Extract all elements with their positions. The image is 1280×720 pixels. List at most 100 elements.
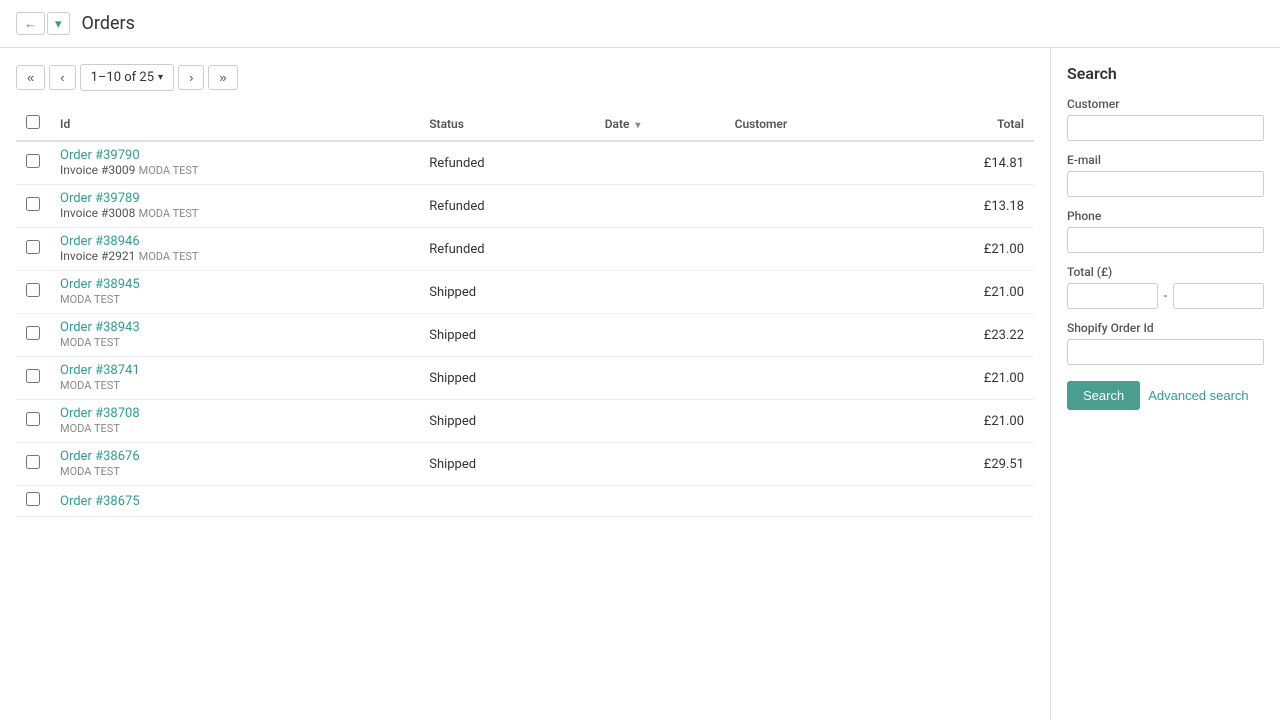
row-checkbox-cell — [16, 271, 50, 314]
row-checkbox[interactable] — [26, 455, 40, 469]
customer-name: MODA TEST — [139, 207, 199, 220]
email-field: E-mail — [1067, 153, 1264, 197]
total-label: Total (£) — [1067, 265, 1264, 279]
prev-page-button[interactable]: ‹ — [49, 65, 75, 90]
search-sidebar: Search Customer E-mail Phone Total (£) -… — [1050, 48, 1280, 720]
order-link[interactable]: Order #38708 — [60, 406, 409, 421]
total-cell: £29.51 — [894, 443, 1034, 486]
customer-name: MODA TEST — [60, 336, 120, 349]
customer-cell — [725, 314, 894, 357]
select-all-checkbox[interactable] — [26, 115, 40, 129]
table-row: Order #39790 Invoice #3009 MODA TEST Ref… — [16, 141, 1034, 185]
table-row: Order #38943 MODA TEST Shipped £23.22 — [16, 314, 1034, 357]
advanced-search-button[interactable]: Advanced search — [1148, 388, 1248, 403]
col-header-id: Id — [50, 107, 419, 141]
last-page-button[interactable]: » — [208, 65, 237, 90]
customer-cell — [725, 228, 894, 271]
nav-back: ← ▾ — [16, 12, 70, 35]
order-id-cell: Order #38676 MODA TEST — [50, 443, 419, 486]
status-cell: Shipped — [419, 357, 594, 400]
order-link[interactable]: Order #38945 — [60, 277, 409, 292]
customer-cell — [725, 357, 894, 400]
order-link[interactable]: Order #38675 — [60, 494, 409, 509]
customer-cell — [725, 141, 894, 185]
col-header-total: Total — [894, 107, 1034, 141]
dropdown-button[interactable]: ▾ — [47, 12, 70, 35]
row-checkbox-cell — [16, 185, 50, 228]
row-checkbox-cell — [16, 314, 50, 357]
status-cell: Shipped — [419, 314, 594, 357]
order-link[interactable]: Order #38946 — [60, 234, 409, 249]
phone-label: Phone — [1067, 209, 1264, 223]
row-checkbox[interactable] — [26, 283, 40, 297]
total-field: Total (£) - — [1067, 265, 1264, 309]
customer-input[interactable] — [1067, 115, 1264, 141]
row-checkbox[interactable] — [26, 412, 40, 426]
table-row: Order #38708 MODA TEST Shipped £21.00 — [16, 400, 1034, 443]
shopify-label: Shopify Order Id — [1067, 321, 1264, 335]
email-input[interactable] — [1067, 171, 1264, 197]
customer-cell — [725, 271, 894, 314]
status-cell: Refunded — [419, 228, 594, 271]
row-checkbox[interactable] — [26, 154, 40, 168]
page-range-selector[interactable]: 1–10 of 25 — [80, 64, 174, 91]
order-link[interactable]: Order #38741 — [60, 363, 409, 378]
shopify-input[interactable] — [1067, 339, 1264, 365]
date-cell — [595, 185, 725, 228]
invoice-number: Invoice #3009 — [60, 163, 135, 177]
order-link[interactable]: Order #39789 — [60, 191, 409, 206]
search-button[interactable]: Search — [1067, 381, 1140, 410]
col-header-status: Status — [419, 107, 594, 141]
search-actions: Search Advanced search — [1067, 381, 1264, 410]
total-range: - — [1067, 283, 1264, 309]
customer-label: Customer — [1067, 97, 1264, 111]
date-cell — [595, 400, 725, 443]
customer-cell — [725, 443, 894, 486]
table-row: Order #38945 MODA TEST Shipped £21.00 — [16, 271, 1034, 314]
row-checkbox[interactable] — [26, 240, 40, 254]
total-from-input[interactable] — [1067, 283, 1158, 309]
status-cell: Shipped — [419, 400, 594, 443]
page-title: Orders — [82, 13, 135, 34]
customer-name: MODA TEST — [60, 293, 120, 306]
order-link[interactable]: Order #39790 — [60, 148, 409, 163]
select-all-header — [16, 107, 50, 141]
status-cell: Refunded — [419, 185, 594, 228]
next-page-button[interactable]: › — [178, 65, 204, 90]
order-link[interactable]: Order #38676 — [60, 449, 409, 464]
row-checkbox[interactable] — [26, 326, 40, 340]
date-cell — [595, 357, 725, 400]
order-id-cell: Order #38946 Invoice #2921 MODA TEST — [50, 228, 419, 271]
customer-name: MODA TEST — [60, 379, 120, 392]
table-row: Order #38946 Invoice #2921 MODA TEST Ref… — [16, 228, 1034, 271]
total-cell: £21.00 — [894, 271, 1034, 314]
customer-cell — [725, 486, 894, 517]
app-header: ← ▾ Orders — [0, 0, 1280, 48]
status-cell: Shipped — [419, 271, 594, 314]
status-cell — [419, 486, 594, 517]
customer-cell — [725, 185, 894, 228]
phone-input[interactable] — [1067, 227, 1264, 253]
customer-name: MODA TEST — [139, 250, 199, 263]
invoice-number: Invoice #3008 — [60, 206, 135, 220]
row-checkbox-cell — [16, 357, 50, 400]
row-checkbox[interactable] — [26, 369, 40, 383]
date-cell — [595, 486, 725, 517]
order-id-cell: Order #38708 MODA TEST — [50, 400, 419, 443]
back-button[interactable]: ← — [16, 12, 45, 35]
order-link[interactable]: Order #38943 — [60, 320, 409, 335]
first-page-button[interactable]: « — [16, 65, 45, 90]
col-header-date[interactable]: Date ▾ — [595, 107, 725, 141]
date-cell — [595, 141, 725, 185]
row-checkbox[interactable] — [26, 492, 40, 506]
table-area: « ‹ 1–10 of 25 › » Id Status Date ▾ Cust… — [0, 48, 1050, 720]
customer-name: MODA TEST — [60, 465, 120, 478]
total-to-input[interactable] — [1173, 283, 1264, 309]
order-id-cell: Order #38675 — [50, 486, 419, 517]
total-cell: £23.22 — [894, 314, 1034, 357]
total-cell: £21.00 — [894, 400, 1034, 443]
table-row: Order #39789 Invoice #3008 MODA TEST Ref… — [16, 185, 1034, 228]
row-checkbox-cell — [16, 228, 50, 271]
row-checkbox[interactable] — [26, 197, 40, 211]
customer-field: Customer — [1067, 97, 1264, 141]
